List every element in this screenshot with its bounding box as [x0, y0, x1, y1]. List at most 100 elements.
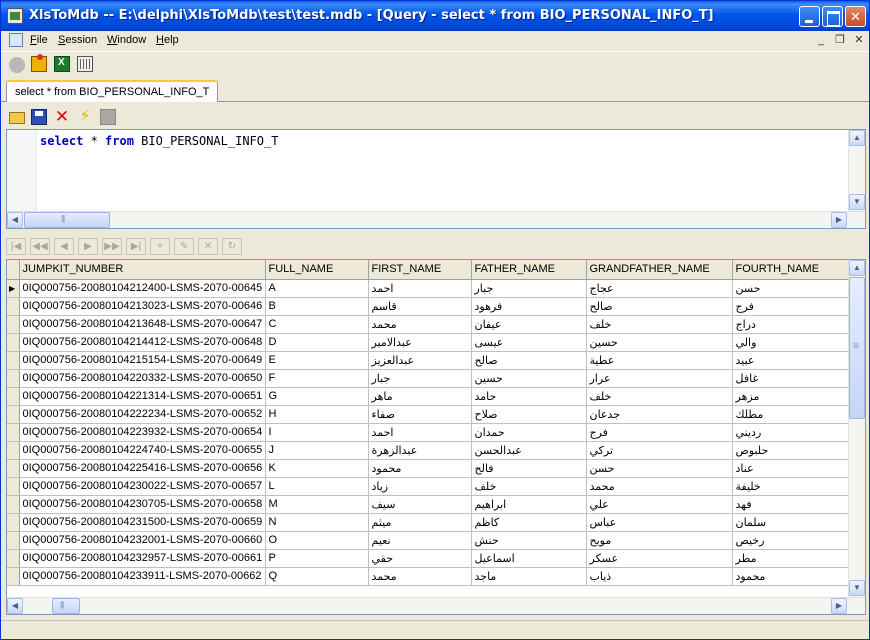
table-cell[interactable]: A	[265, 279, 369, 298]
column-header[interactable]: FIRST_NAME	[368, 260, 472, 280]
table-cell[interactable]: فالح	[471, 459, 587, 478]
table-cell[interactable]: ماهر	[368, 387, 472, 406]
editor-horizontal-scrollbar[interactable]: ◀ ▶	[7, 211, 865, 228]
table-cell[interactable]: D	[265, 333, 369, 352]
table-row[interactable]: 0IQ000756-20080104224740-LSMS-2070-00655…	[7, 441, 851, 460]
table-cell[interactable]: مزهر	[732, 387, 851, 406]
table-cell[interactable]: 0IQ000756-20080104213023-LSMS-2070-00646	[19, 297, 266, 316]
table-cell[interactable]: خلف	[471, 477, 587, 496]
table-row[interactable]: 0IQ000756-20080104215154-LSMS-2070-00649…	[7, 351, 851, 370]
table-cell[interactable]: جبار	[471, 279, 587, 298]
excel-import-icon[interactable]	[54, 56, 70, 72]
column-header[interactable]: FULL_NAME	[265, 260, 369, 280]
table-cell[interactable]: محمود	[368, 459, 472, 478]
row-indicator[interactable]	[7, 441, 20, 460]
table-cell[interactable]: حمدان	[471, 423, 587, 442]
table-cell[interactable]: ميثم	[368, 513, 472, 532]
table-cell[interactable]: K	[265, 459, 369, 478]
table-cell[interactable]: غافل	[732, 369, 851, 388]
table-cell[interactable]: ذياب	[586, 567, 733, 586]
menu-help[interactable]: Help	[156, 34, 179, 46]
table-cell[interactable]: رديني	[732, 423, 851, 442]
table-cell[interactable]: ماجد	[471, 567, 587, 586]
table-cell[interactable]: 0IQ000756-20080104230022-LSMS-2070-00657	[19, 477, 266, 496]
table-row[interactable]: 0IQ000756-20080104225416-LSMS-2070-00656…	[7, 459, 851, 478]
table-cell[interactable]: فهد	[732, 495, 851, 514]
table-cell[interactable]: عسكر	[586, 549, 733, 568]
delete-icon[interactable]: ✕	[54, 108, 70, 125]
table-cell[interactable]: عرار	[586, 369, 733, 388]
table-cell[interactable]: F	[265, 369, 369, 388]
table-cell[interactable]: حسين	[586, 333, 733, 352]
last-record-icon[interactable]: ▶|	[126, 238, 146, 255]
minimize-button[interactable]	[799, 6, 820, 27]
table-cell[interactable]: خلف	[586, 387, 733, 406]
table-cell[interactable]: تركي	[586, 441, 733, 460]
table-row[interactable]: 0IQ000756-20080104213648-LSMS-2070-00647…	[7, 315, 851, 334]
table-cell[interactable]: J	[265, 441, 369, 460]
close-button[interactable]: ✕	[845, 6, 866, 27]
maximize-button[interactable]	[822, 6, 843, 27]
table-cell[interactable]: احمد	[368, 423, 472, 442]
table-cell[interactable]: حسن	[732, 279, 851, 298]
table-cell[interactable]: حسن	[586, 459, 733, 478]
row-indicator[interactable]	[7, 405, 20, 424]
disconnect-icon[interactable]	[9, 57, 25, 73]
table-cell[interactable]: O	[265, 531, 369, 550]
grid-horizontal-scrollbar[interactable]: ◀ ▶	[7, 597, 865, 614]
table-cell[interactable]: 0IQ000756-20080104223932-LSMS-2070-00654	[19, 423, 266, 442]
table-cell[interactable]: علي	[586, 495, 733, 514]
table-cell[interactable]: G	[265, 387, 369, 406]
row-indicator[interactable]	[7, 387, 20, 406]
table-cell[interactable]: زياد	[368, 477, 472, 496]
table-cell[interactable]: حامد	[471, 387, 587, 406]
grid-hscroll-thumb[interactable]	[52, 598, 80, 614]
table-cell[interactable]: محمد	[586, 477, 733, 496]
row-indicator[interactable]	[7, 351, 20, 370]
table-cell[interactable]: محمود	[732, 567, 851, 586]
row-indicator[interactable]	[7, 549, 20, 568]
refresh-icon[interactable]: ↻	[222, 238, 242, 255]
table-cell[interactable]: حنش	[471, 531, 587, 550]
results-grid[interactable]: JUMPKIT_NUMBER FULL_NAME FIRST_NAME FATH…	[6, 259, 866, 615]
table-row[interactable]: 0IQ000756-20080104214412-LSMS-2070-00648…	[7, 333, 851, 352]
table-cell[interactable]: 0IQ000756-20080104231500-LSMS-2070-00659	[19, 513, 266, 532]
table-cell[interactable]: محمد	[368, 315, 472, 334]
column-header[interactable]: FOURTH_NAME	[732, 260, 851, 280]
table-row[interactable]: 0IQ000756-20080104230022-LSMS-2070-00657…	[7, 477, 851, 496]
table-cell[interactable]: عناد	[732, 459, 851, 478]
table-cell[interactable]: L	[265, 477, 369, 496]
row-indicator[interactable]	[7, 495, 20, 514]
table-cell[interactable]: احمد	[368, 279, 472, 298]
next-page-icon[interactable]: ▶▶	[102, 238, 122, 255]
grid-vertical-scrollbar[interactable]: ▲ ▼	[848, 260, 865, 597]
table-cell[interactable]: عبدالحسن	[471, 441, 587, 460]
row-indicator[interactable]	[7, 459, 20, 478]
table-cell[interactable]: سلمان	[732, 513, 851, 532]
table-cell[interactable]: محمد	[368, 567, 472, 586]
grid-view-icon[interactable]	[77, 56, 93, 72]
table-cell[interactable]: نعيم	[368, 531, 472, 550]
table-row[interactable]: 0IQ000756-20080104221314-LSMS-2070-00651…	[7, 387, 851, 406]
table-row[interactable]: 0IQ000756-20080104223932-LSMS-2070-00654…	[7, 423, 851, 442]
table-cell[interactable]: صالح	[471, 351, 587, 370]
mdi-minimize-icon[interactable]: _	[813, 33, 829, 47]
insert-record-icon[interactable]: +	[150, 238, 170, 255]
table-cell[interactable]: C	[265, 315, 369, 334]
table-cell[interactable]: جبار	[368, 369, 472, 388]
table-cell[interactable]: عجاج	[586, 279, 733, 298]
execute-icon[interactable]: ⚡	[77, 109, 93, 125]
row-indicator[interactable]	[7, 315, 20, 334]
table-cell[interactable]: 0IQ000756-20080104232001-LSMS-2070-00660	[19, 531, 266, 550]
scroll-right-icon[interactable]: ▶	[831, 598, 847, 614]
table-cell[interactable]: 0IQ000756-20080104233911-LSMS-2070-00662	[19, 567, 266, 586]
next-record-icon[interactable]: ▶	[78, 238, 98, 255]
table-cell[interactable]: 0IQ000756-20080104232957-LSMS-2070-00661	[19, 549, 266, 568]
table-cell[interactable]: 0IQ000756-20080104221314-LSMS-2070-00651	[19, 387, 266, 406]
prior-page-icon[interactable]: ◀◀	[30, 238, 50, 255]
prior-record-icon[interactable]: ◀	[54, 238, 74, 255]
scroll-left-icon[interactable]: ◀	[7, 598, 23, 614]
tab-query[interactable]: select * from BIO_PERSONAL_INFO_T	[6, 80, 219, 102]
table-cell[interactable]: M	[265, 495, 369, 514]
table-cell[interactable]: عبدالعزيز	[368, 351, 472, 370]
